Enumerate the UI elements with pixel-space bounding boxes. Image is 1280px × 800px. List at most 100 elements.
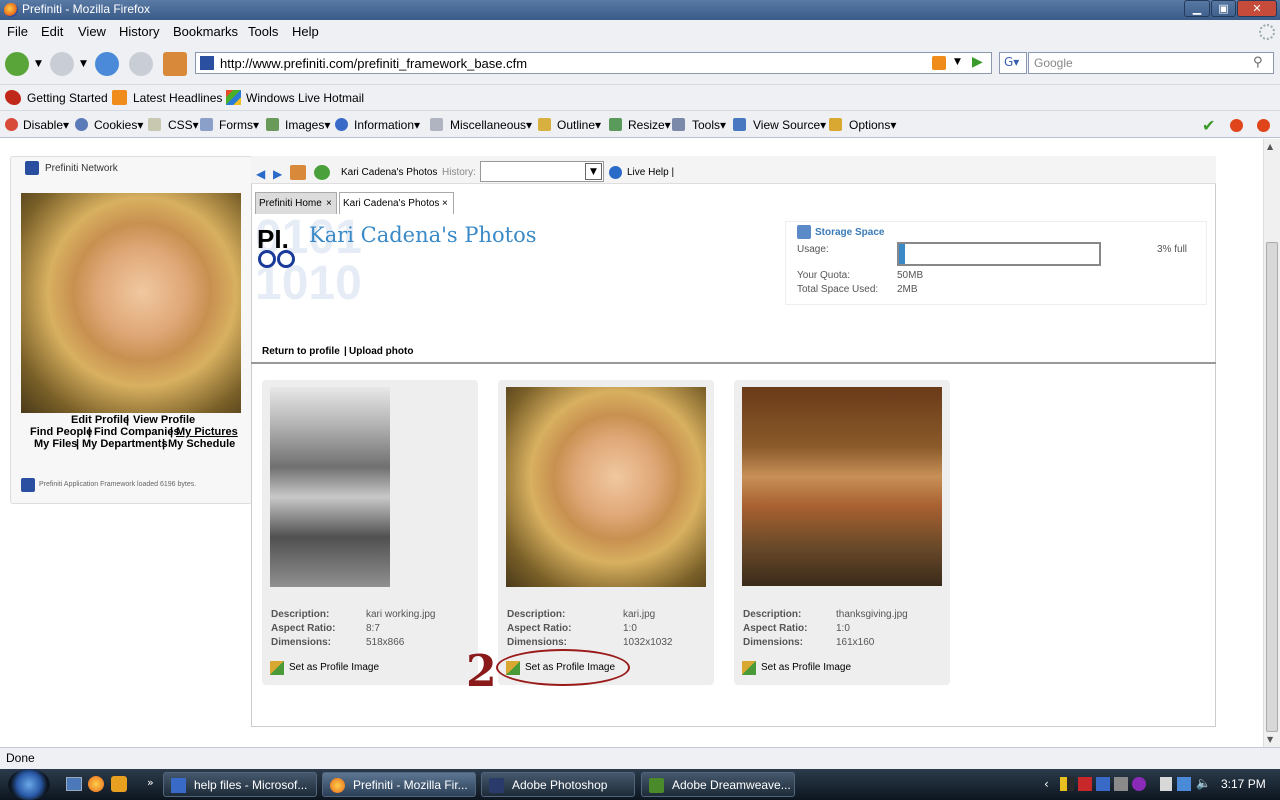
media-player-icon[interactable]: [111, 776, 127, 792]
clock[interactable]: 3:17 PM: [1221, 777, 1266, 791]
tab-prefiniti-home[interactable]: Prefiniti Home ×: [255, 192, 337, 214]
dev-options[interactable]: Options▾: [849, 118, 896, 132]
dev-forms[interactable]: Forms▾: [219, 118, 259, 132]
profile-photo[interactable]: [21, 193, 241, 413]
tray-app-icon[interactable]: [1060, 777, 1074, 791]
dev-css[interactable]: CSS▾: [168, 118, 199, 132]
scroll-down-icon[interactable]: ▼: [1267, 735, 1273, 744]
tray-device-icon[interactable]: [1160, 777, 1172, 791]
reload-icon[interactable]: [95, 52, 119, 76]
aspect-value: 1:0: [836, 623, 850, 634]
menu-help[interactable]: Help: [292, 24, 319, 39]
menu-file[interactable]: File: [7, 24, 28, 39]
menu-history[interactable]: History: [119, 24, 159, 39]
tab-close-icon[interactable]: ×: [326, 198, 332, 209]
scroll-up-icon[interactable]: ▲: [1267, 142, 1273, 151]
dev-disable[interactable]: Disable▾: [23, 118, 69, 132]
edit-profile-link[interactable]: Edit Profile: [71, 414, 129, 426]
go-icon[interactable]: ▶: [972, 54, 990, 72]
menu-bar: File Edit View History Bookmarks Tools H…: [0, 20, 1280, 44]
volume-icon[interactable]: 🔈: [1196, 776, 1211, 790]
tray-expand-icon[interactable]: ‹: [1044, 777, 1049, 791]
home-icon[interactable]: [163, 52, 187, 76]
app-forward-icon[interactable]: ▶: [273, 167, 282, 181]
find-people-link[interactable]: Find People: [30, 426, 92, 438]
dimensions-label: Dimensions:: [507, 637, 568, 648]
back-dropdown-icon[interactable]: ▼: [35, 59, 42, 69]
close-button[interactable]: ✕: [1237, 0, 1277, 17]
dev-cookies[interactable]: Cookies▾: [94, 118, 143, 132]
vertical-scrollbar[interactable]: ▲ ▼: [1263, 139, 1280, 747]
task-firefox[interactable]: Prefiniti - Mozilla Fir...: [322, 772, 476, 797]
bookmark-windows-live-hotmail[interactable]: Windows Live Hotmail: [246, 91, 364, 105]
find-companies-link[interactable]: Find Companies: [94, 426, 180, 438]
validation-check-icon[interactable]: ✔: [1202, 116, 1215, 135]
url-bar[interactable]: http://www.prefiniti.com/prefiniti_frame…: [195, 52, 992, 74]
logo-ring-right: [277, 250, 295, 268]
dev-information[interactable]: Information▾: [354, 118, 420, 132]
history-dropdown-icon[interactable]: ▼: [585, 163, 602, 180]
live-help-link[interactable]: Live Help |: [627, 167, 674, 178]
dev-miscellaneous[interactable]: Miscellaneous▾: [450, 118, 532, 132]
scrollbar-thumb[interactable]: [1266, 242, 1278, 732]
firefox-quicklaunch-icon[interactable]: [88, 776, 104, 792]
bookmark-latest-headlines[interactable]: Latest Headlines: [133, 91, 222, 105]
my-schedule-link[interactable]: My Schedule: [168, 438, 235, 450]
dev-view-source[interactable]: View Source▾: [753, 118, 826, 132]
forward-dropdown-icon[interactable]: ▼: [80, 59, 87, 69]
dev-resize[interactable]: Resize▾: [628, 118, 671, 132]
app-back-icon[interactable]: ◀: [256, 167, 265, 181]
menu-bookmarks[interactable]: Bookmarks: [173, 24, 238, 39]
minimize-button[interactable]: ▁: [1184, 0, 1210, 17]
app-home-icon[interactable]: [290, 165, 306, 180]
show-desktop-icon[interactable]: [66, 777, 82, 791]
photo-thumbnail[interactable]: [506, 387, 706, 587]
search-input[interactable]: Google ⚲: [1028, 52, 1274, 74]
tab-close-icon[interactable]: ×: [442, 198, 448, 209]
photo-thumbnail[interactable]: [742, 387, 942, 586]
tab-kari-photos[interactable]: Kari Cadena's Photos ×: [339, 192, 454, 214]
app-refresh-icon[interactable]: [314, 165, 330, 180]
photo-thumbnail[interactable]: [270, 387, 390, 587]
search-icon[interactable]: ⚲: [1253, 55, 1263, 70]
view-profile-link[interactable]: View Profile: [133, 414, 195, 426]
tray-app-icon[interactable]: [1096, 777, 1110, 791]
start-button[interactable]: [8, 769, 50, 800]
rss-feed-icon[interactable]: [932, 56, 946, 70]
url-text[interactable]: http://www.prefiniti.com/prefiniti_frame…: [220, 56, 527, 71]
tray-app-icon[interactable]: [1114, 777, 1128, 791]
menu-view[interactable]: View: [78, 24, 106, 39]
dev-outline[interactable]: Outline▾: [557, 118, 601, 132]
upload-photo-link[interactable]: Upload photo: [349, 346, 413, 357]
set-profile-image-link[interactable]: Set as Profile Image: [761, 662, 851, 673]
my-pictures-link[interactable]: My Pictures: [176, 426, 238, 438]
menu-tools[interactable]: Tools: [248, 24, 278, 39]
task-dreamweaver[interactable]: Adobe Dreamweave...: [641, 772, 795, 797]
throbber-icon: [1259, 24, 1275, 40]
url-dropdown-icon[interactable]: ▼: [954, 57, 961, 67]
back-arrow-icon[interactable]: [5, 52, 29, 76]
menu-edit[interactable]: Edit: [41, 24, 63, 39]
network-icon[interactable]: [1177, 777, 1191, 791]
css-error-icon[interactable]: [1230, 119, 1243, 132]
dimensions-value: 518x866: [366, 637, 405, 648]
js-error-icon[interactable]: [1257, 119, 1270, 132]
bookmark-getting-started[interactable]: Getting Started: [27, 91, 108, 105]
my-departments-link[interactable]: My Departments: [82, 438, 168, 450]
my-files-link[interactable]: My Files: [34, 438, 77, 450]
usage-percent: 3% full: [1157, 244, 1188, 255]
dev-images[interactable]: Images▾: [285, 118, 330, 132]
search-engine-icon[interactable]: G▾: [999, 52, 1027, 74]
dev-tools[interactable]: Tools▾: [692, 118, 726, 132]
return-to-profile-link[interactable]: Return to profile: [262, 346, 340, 357]
forward-arrow-icon[interactable]: [50, 52, 74, 76]
tray-app-icon[interactable]: [1132, 777, 1146, 791]
stop-icon[interactable]: [129, 52, 153, 76]
task-help-files[interactable]: help files - Microsof...: [163, 772, 317, 797]
tray-app-icon[interactable]: [1078, 777, 1092, 791]
history-select[interactable]: ▼: [480, 161, 604, 182]
task-photoshop[interactable]: Adobe Photoshop: [481, 772, 635, 797]
quicklaunch-overflow-icon[interactable]: »: [147, 776, 154, 789]
maximize-button[interactable]: ▣: [1211, 0, 1236, 17]
set-profile-image-link[interactable]: Set as Profile Image: [289, 662, 379, 673]
